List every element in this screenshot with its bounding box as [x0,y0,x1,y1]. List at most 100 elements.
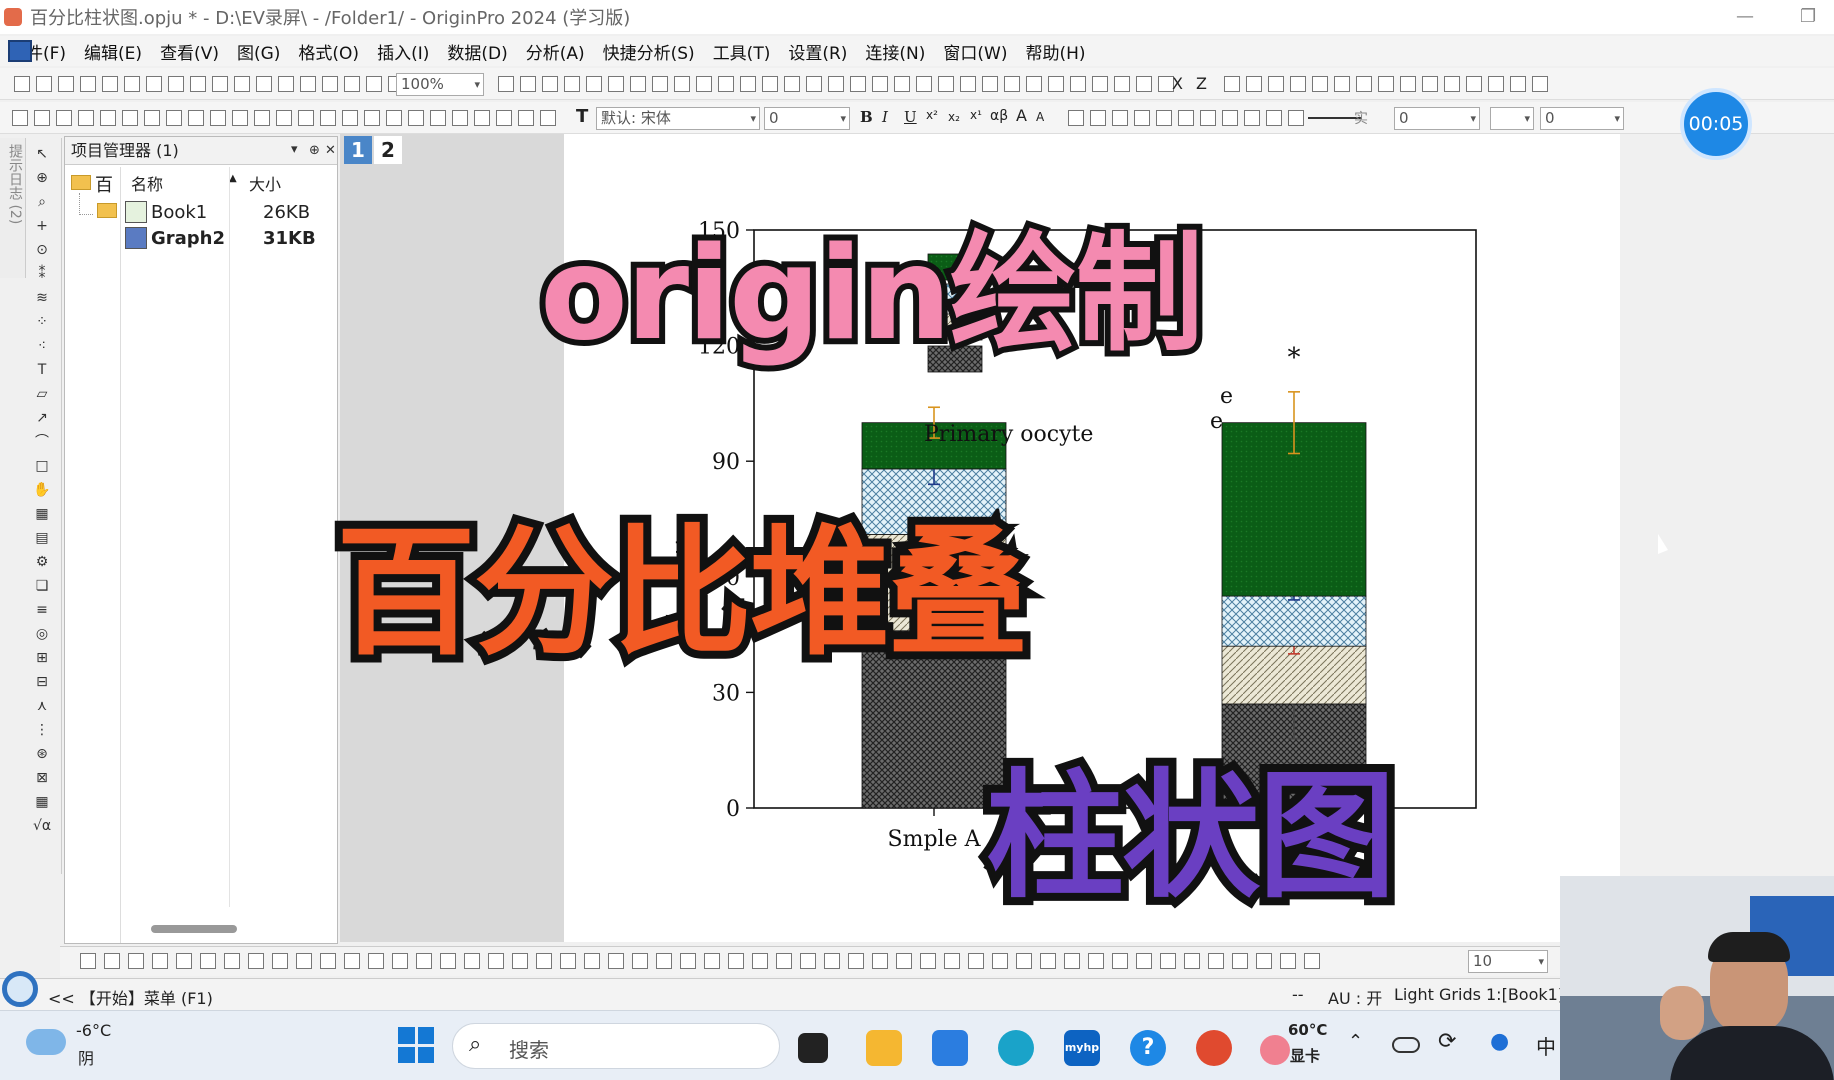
toolbar-tool-icon[interactable] [1178,110,1194,126]
toolbar-tool-icon[interactable] [1136,76,1152,92]
toolbar-tool-icon[interactable] [464,953,480,969]
toolbar-tool-icon[interactable] [56,110,72,126]
fill-value-combo[interactable]: 0 [1540,107,1624,130]
toolbar-tool-icon[interactable] [416,953,432,969]
toolbar-tool-icon[interactable] [128,953,144,969]
toolbar-tool-icon[interactable] [1280,953,1296,969]
toolbar-tool-icon[interactable] [1334,76,1350,92]
toolbar-tool-icon[interactable] [1048,76,1064,92]
zoom-combo[interactable]: 100% [396,73,484,96]
toolbar-tool-icon[interactable] [752,953,768,969]
left-tool-icon[interactable]: ❏ [33,578,51,594]
menu-edit[interactable]: 编辑(E) [75,39,151,64]
left-tool-icon[interactable]: ⊞ [33,650,51,666]
toolbar-tool-icon[interactable] [1268,76,1284,92]
subscript-button[interactable]: x₂ [948,110,960,124]
decrease-font-button[interactable]: A [1036,110,1044,124]
left-tool-icon[interactable]: ⁘ [33,314,51,330]
left-tool-icon[interactable]: ▤ [33,530,51,546]
toolbar-tool-icon[interactable] [200,953,216,969]
underline-button[interactable]: U [904,108,917,126]
toolbar-tool-icon[interactable] [78,110,94,126]
microphone-icon[interactable]: ● [1490,1029,1509,1054]
col-size-header[interactable]: 大小 [249,171,281,195]
left-tool-icon[interactable]: ⊕ [33,170,51,186]
chevron-up-icon[interactable]: ⌃ [1348,1031,1363,1052]
axis-x-button[interactable]: X [1172,74,1183,93]
menu-analysis[interactable]: 分析(A) [517,39,594,64]
toolbar-tool-icon[interactable] [58,76,74,92]
toolbar-tool-icon[interactable] [124,76,140,92]
toolbar-tool-icon[interactable] [656,953,672,969]
toolbar-tool-icon[interactable] [80,76,96,92]
toolbar-tool-icon[interactable] [800,953,816,969]
left-tool-icon[interactable]: ⊟ [33,674,51,690]
origin-logo-icon[interactable] [8,40,32,62]
toolbar-tool-icon[interactable] [608,953,624,969]
greek-button[interactable]: αβ [990,108,1008,124]
toolbar-tool-icon[interactable] [408,110,424,126]
toolbar-tool-icon[interactable] [102,76,118,92]
toolbar-tool-icon[interactable] [1246,76,1262,92]
toolbar-tool-icon[interactable] [784,76,800,92]
toolbar-tool-icon[interactable] [296,953,312,969]
col-name-header[interactable]: 名称 [131,171,163,195]
toolbar-tool-icon[interactable] [1532,76,1548,92]
toolbar-tool-icon[interactable] [872,953,888,969]
toolbar-tool-icon[interactable] [1488,76,1504,92]
toolbar-tool-icon[interactable] [540,110,556,126]
toolbar-tool-icon[interactable] [254,110,270,126]
restore-button[interactable]: ❐ [1800,6,1816,27]
left-tool-icon[interactable]: ≋ [33,290,51,306]
superscript-button[interactable]: x² [926,108,938,122]
toolbar-tool-icon[interactable] [322,76,338,92]
toolbar-tool-icon[interactable] [560,953,576,969]
toolbar-tool-icon[interactable] [916,76,932,92]
toolbar-tool-icon[interactable] [718,76,734,92]
left-tool-icon[interactable]: ↗ [33,410,51,426]
hint-log-tab[interactable]: 提示日志 (2) [0,138,26,278]
toolbar-tool-icon[interactable] [212,76,228,92]
toolbar-tool-icon[interactable] [536,953,552,969]
store-icon[interactable] [932,1030,968,1066]
sync-icon[interactable]: ⟳ [1438,1029,1456,1054]
menu-window[interactable]: 窗口(W) [934,39,1016,64]
windows-start-icon[interactable] [398,1027,434,1063]
left-tool-icon[interactable]: ▦ [33,794,51,810]
toolbar-tool-icon[interactable] [630,76,646,92]
menu-connect[interactable]: 连接(N) [856,39,934,64]
menu-view[interactable]: 查看(V) [151,39,228,64]
toolbar-tool-icon[interactable] [368,953,384,969]
onedrive-icon[interactable] [1392,1037,1420,1053]
toolbar-tool-icon[interactable] [298,110,314,126]
left-tool-icon[interactable]: ↖ [33,146,51,162]
horizontal-scrollbar[interactable] [151,925,237,933]
toolbar-tool-icon[interactable] [520,76,536,92]
toolbar-tool-icon[interactable] [1312,76,1328,92]
toolbar-tool-icon[interactable] [14,76,30,92]
list-item[interactable]: Graph2 31KB [125,225,316,251]
left-tool-icon[interactable]: ⊠ [33,770,51,786]
toolbar-tool-icon[interactable] [960,76,976,92]
left-tool-icon[interactable]: ⋏ [33,698,51,714]
browser-icon[interactable] [1196,1030,1232,1066]
toolbar-tool-icon[interactable] [1288,110,1304,126]
left-tool-icon[interactable]: ✋ [33,482,51,498]
pm-close-icon[interactable]: ✕ [325,137,336,165]
toolbar-tool-icon[interactable] [512,953,528,969]
toolbar-tool-icon[interactable] [278,76,294,92]
toolbar-tool-icon[interactable] [1510,76,1526,92]
root-folder-label[interactable]: 百 [95,171,113,197]
toolbar-tool-icon[interactable] [168,76,184,92]
toolbar-tool-icon[interactable] [938,76,954,92]
toolbar-tool-icon[interactable] [1356,76,1372,92]
toolbar-tool-icon[interactable] [210,110,226,126]
toolbar-tool-icon[interactable] [1090,110,1106,126]
font-size-combo[interactable]: 0 [764,107,850,130]
left-tool-icon[interactable]: ⋮ [33,722,51,738]
left-tool-icon[interactable]: ⌒ [33,434,51,450]
toolbar-tool-icon[interactable] [392,953,408,969]
toolbar-tool-icon[interactable] [188,110,204,126]
left-tool-icon[interactable]: □ [33,458,51,474]
pm-pin-icon[interactable]: ⊕ [309,137,320,165]
